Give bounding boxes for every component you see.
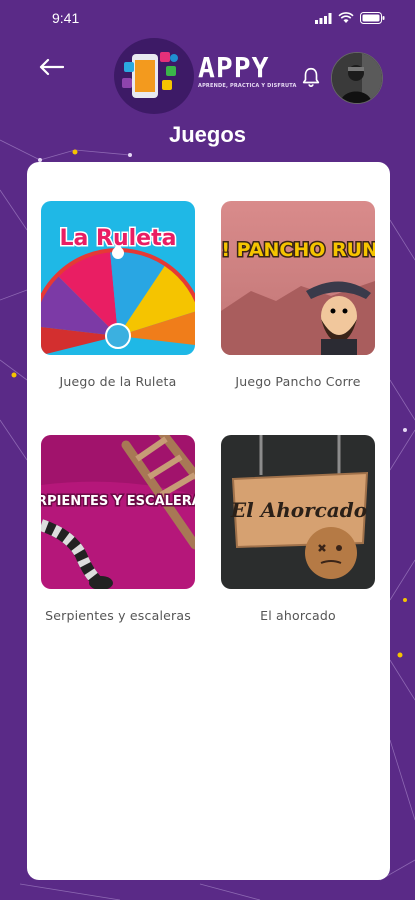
app-logo [114,38,194,114]
status-icons [315,12,385,24]
game-label: Juego de la Ruleta [59,374,177,389]
thumb-title: El Ahorcado [230,498,367,522]
user-avatar[interactable] [331,52,383,104]
game-item-ruleta[interactable]: La Ruleta Juego de la Ruleta [41,201,195,389]
game-label: Juego Pancho Corre [235,374,361,389]
thumb-title: La Ruleta [60,226,177,251]
notifications-button[interactable] [300,66,324,90]
brand-name: APPY [198,51,270,84]
game-label: Serpientes y escaleras [45,608,191,623]
arrow-left-icon [39,58,64,76]
roulette-wheel-icon: La Ruleta [41,201,195,355]
thumb-title: RUN! PANCHO RUN! [221,239,375,261]
brand-tagline: APRENDE, PRACTICA Y DISFRUTA [198,83,297,89]
brand: APPY APRENDE, PRACTICA Y DISFRUTA [198,51,298,90]
status-time: 9:41 [52,10,80,26]
snakes-ladders-icon: SERPIENTES Y ESCALERAS [41,435,195,589]
thumb-title: SERPIENTES Y ESCALERAS [41,494,195,509]
user-photo-icon [332,53,382,103]
game-thumbnail: El Ahorcado [221,435,375,589]
back-button[interactable] [34,50,68,84]
game-item-pancho-corre[interactable]: RUN! PANCHO RUN! Juego Pancho Corre [221,201,375,389]
game-item-ahorcado[interactable]: El Ahorcado El ahorcado [221,435,375,623]
battery-icon [360,12,385,24]
hangman-sign-icon: El Ahorcado [221,435,375,589]
games-card: La Ruleta Juego de la Ruleta ! PANCHO RU… [27,162,390,880]
signal-icon [315,12,332,24]
game-item-serpientes[interactable]: SERPIENTES Y ESCALERAS Serpientes y esca… [41,435,195,623]
game-label: El ahorcado [260,608,336,623]
game-thumbnail: RUN! PANCHO RUN! [221,201,375,355]
game-thumbnail: La Ruleta [41,201,195,355]
app-header: APPY APRENDE, PRACTICA Y DISFRUTA [0,36,415,116]
game-thumbnail: SERPIENTES Y ESCALERAS [41,435,195,589]
bell-icon [302,67,320,87]
pancho-runner-icon: RUN! PANCHO RUN! [221,201,375,355]
phone-apps-logo-icon [122,52,178,98]
status-bar: 9:41 [0,0,415,36]
page-title: Juegos [168,122,247,147]
wifi-icon [338,12,354,23]
